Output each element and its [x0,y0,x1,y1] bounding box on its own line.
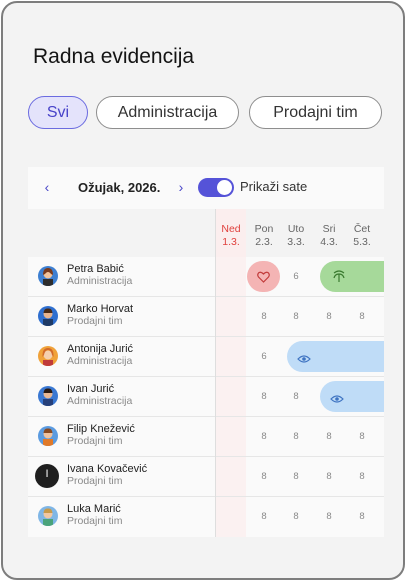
day-date: 3.3. [287,236,305,248]
hours-cell: 8 [293,311,299,322]
employee-dept: Prodajni tim [67,315,123,327]
avatar [38,426,58,446]
day-date: 5.3. [353,236,371,248]
chevron-left-icon[interactable]: ‹ [40,179,54,195]
day-header: Pon 2.3. [248,209,280,257]
palm-tree-icon [332,269,346,288]
heart-icon [257,270,270,288]
employee-name: Luka Marić [67,503,121,515]
toggle-knob [217,180,232,195]
chevron-right-icon[interactable]: › [174,179,188,195]
employee-name: Petra Babić [67,263,124,275]
day-date: 1.3. [222,236,240,248]
hours-cell: 6 [293,271,299,282]
day-header: Sri 4.3. [313,209,345,257]
calendar-toolbar: ‹ Ožujak, 2026. › Prikaži sate [28,167,384,209]
employee-name: Marko Horvat [67,303,134,315]
employee-dept: Prodajni tim [67,435,123,447]
hours-cell: 8 [261,431,267,442]
day-name: Ned [221,223,241,235]
hours-cell: 8 [326,431,332,442]
filter-prodajni-tim[interactable]: Prodajni tim [249,96,382,129]
employee-row[interactable]: Marko Horvat Prodajni tim 8 8 8 8 [28,297,384,337]
hours-cell: 8 [293,511,299,522]
day-name: Sri [322,223,336,235]
hours-cell: 8 [293,471,299,482]
employee-row[interactable]: I Ivana Kovačević Prodajni tim 8 8 8 8 [28,457,384,497]
leave-block[interactable] [287,341,384,372]
employee-row[interactable]: Antonija Jurić Administracija 6 [28,337,384,377]
sick-leave-block[interactable] [247,261,280,292]
leave-block[interactable] [320,381,384,412]
day-name: Uto [287,223,305,235]
hours-cell: 8 [326,511,332,522]
avatar [38,386,58,406]
employee-dept: Prodajni tim [67,475,123,487]
employee-name: Filip Knežević [67,423,135,435]
day-date: 4.3. [320,236,338,248]
month-label: Ožujak, 2026. [78,180,161,195]
employee-row[interactable]: Luka Marić Prodajni tim 8 8 8 8 [28,497,384,537]
employee-row[interactable]: Filip Knežević Prodajni tim 8 8 8 8 [28,417,384,457]
eye-icon [330,391,344,409]
day-name: Pon [254,223,274,235]
hours-cell: 6 [261,351,267,362]
day-date: 2.3. [255,236,273,248]
day-header: Čet 5.3. [346,209,378,257]
employee-row[interactable]: Ivan Jurić Administracija 8 8 [28,377,384,417]
names-divider [215,209,216,537]
hours-cell: 8 [293,391,299,402]
filter-all[interactable]: Svi [28,96,88,129]
avatar [38,306,58,326]
employee-name: Ivana Kovačević [67,463,148,475]
day-name: Čet [353,223,371,235]
employee-name: Antonija Jurić [67,343,134,355]
hours-cell: 8 [261,311,267,322]
hours-cell: 8 [359,311,365,322]
hours-cell: 8 [359,511,365,522]
employee-dept: Administracija [67,275,133,287]
employee-name: Ivan Jurić [67,383,115,395]
filter-administracija[interactable]: Administracija [96,96,239,129]
avatar [38,346,58,366]
employee-dept: Administracija [67,395,133,407]
avatar [38,506,58,526]
hours-cell: 8 [326,471,332,482]
show-hours-toggle[interactable] [198,178,234,197]
show-hours-label: Prikaži sate [240,179,308,194]
work-records-card: Radna evidencija Svi Administracija Prod… [1,1,405,580]
hours-cell: 8 [293,431,299,442]
hours-cell: 8 [326,311,332,322]
page-title: Radna evidencija [33,45,195,68]
avatar [38,266,58,286]
day-header: Uto 3.3. [280,209,312,257]
days-header: Ned 1.3. Pon 2.3. Uto 3.3. Sri 4.3. Čet … [28,209,384,257]
hours-cell: 8 [261,511,267,522]
hours-cell: 8 [359,431,365,442]
employee-dept: Administracija [67,355,133,367]
hours-cell: 8 [261,471,267,482]
employee-dept: Prodajni tim [67,515,123,527]
vacation-block[interactable] [320,261,384,292]
eye-icon [297,351,311,369]
hours-cell: 8 [261,391,267,402]
hours-cell: 8 [359,471,365,482]
employee-row[interactable]: Petra Babić Administracija 6 [28,257,384,297]
day-header-sunday: Ned 1.3. [216,209,246,257]
avatar: I [35,464,59,488]
calendar-panel: ‹ Ožujak, 2026. › Prikaži sate Ned 1.3. … [28,167,384,537]
